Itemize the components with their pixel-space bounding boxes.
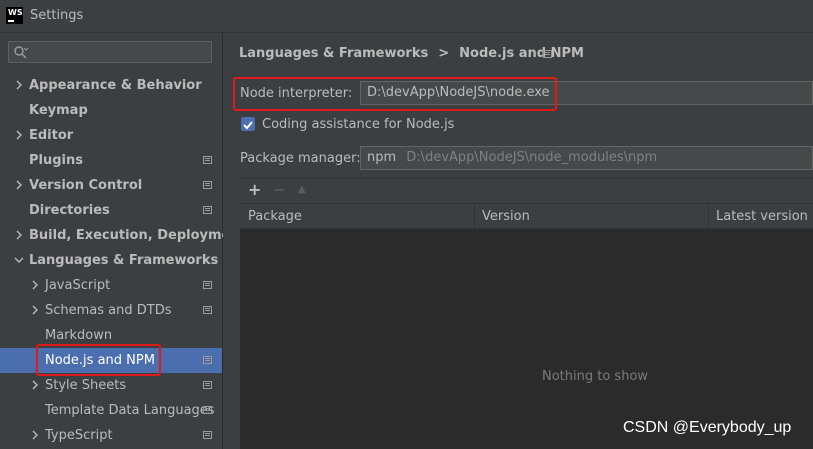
sidebar-item-typescript[interactable]: TypeScript <box>0 423 222 448</box>
title-bar: WS Settings <box>0 0 813 33</box>
node-interpreter-label: Node interpreter: <box>240 86 353 101</box>
project-scope-icon <box>203 406 212 414</box>
sidebar-item-label: Editor <box>29 128 74 143</box>
search-icon <box>14 46 29 59</box>
sidebar-item-javascript[interactable]: JavaScript <box>0 273 222 298</box>
sidebar-item-label: Schemas and DTDs <box>45 303 172 318</box>
sidebar-item-template-data-languages[interactable]: Template Data Languages <box>0 398 222 423</box>
coding-assistance-label[interactable]: Coding assistance for Node.js <box>262 117 454 132</box>
package-manager-path: D:\devApp\NodeJS\node_modules\npm <box>406 150 658 165</box>
package-manager-field[interactable]: npm D:\devApp\NodeJS\node_modules\npm <box>360 146 813 170</box>
remove-package-button[interactable]: − <box>273 181 286 199</box>
sidebar-item-label: Version Control <box>29 178 143 193</box>
settings-main-panel: Languages & Frameworks > Node.js and NPM N… <box>223 33 813 449</box>
column-divider[interactable] <box>708 204 709 229</box>
chevron-right-icon[interactable] <box>30 379 40 391</box>
sidebar-item-directories[interactable]: Directories <box>0 198 222 223</box>
project-scope-icon <box>203 356 212 364</box>
column-header-latest-version[interactable]: Latest version <box>716 209 808 224</box>
chevron-right-icon[interactable] <box>14 129 24 141</box>
window-title: Settings <box>30 8 84 23</box>
column-header-package[interactable]: Package <box>248 209 302 224</box>
upgrade-package-button[interactable]: ▲ <box>298 181 306 199</box>
webstorm-app-icon: WS <box>6 7 23 24</box>
sidebar-item-label: Languages & Frameworks <box>29 253 219 268</box>
column-header-version[interactable]: Version <box>482 209 530 224</box>
chevron-right-icon[interactable] <box>14 79 24 91</box>
sidebar-item-keymap[interactable]: Keymap <box>0 98 222 123</box>
breadcrumb: Languages & Frameworks > Node.js and NPM <box>239 46 584 61</box>
sidebar-item-version-control[interactable]: Version Control <box>0 173 222 198</box>
chevron-right-icon[interactable] <box>30 429 40 441</box>
checkmark-icon <box>243 121 253 130</box>
sidebar-item-editor[interactable]: Editor <box>0 123 222 148</box>
sidebar-item-label: Appearance & Behavior <box>29 78 202 93</box>
sidebar-item-build-execution-deployment[interactable]: Build, Execution, Deployment <box>0 223 246 248</box>
add-package-button[interactable]: + <box>248 181 261 199</box>
sidebar-item-label: JavaScript <box>45 278 111 293</box>
breadcrumb-separator: > <box>438 46 450 61</box>
chevron-down-icon[interactable] <box>14 254 24 266</box>
settings-sidebar: Appearance & Behavior Keymap Editor Plugins… <box>0 33 246 449</box>
project-scope-icon <box>203 431 212 439</box>
sidebar-item-schemas-and-dtds[interactable]: Schemas and DTDs <box>0 298 222 323</box>
sidebar-item-markdown[interactable]: Markdown <box>0 323 222 348</box>
sidebar-item-label: Node.js and NPM <box>45 353 155 368</box>
sidebar-item-label: Template Data Languages <box>45 403 215 418</box>
project-scope-icon <box>203 306 212 314</box>
sidebar-item-label: Keymap <box>29 103 88 118</box>
chevron-right-icon[interactable] <box>14 229 24 241</box>
node-interpreter-field[interactable]: D:\devApp\NodeJS\node.exe <box>360 81 813 105</box>
breadcrumb-current: Node.js and NPM <box>459 46 584 61</box>
watermark-text: CSDN @Everybody_up <box>623 419 792 436</box>
sidebar-item-label: Directories <box>29 203 110 218</box>
project-scope-icon <box>203 156 212 164</box>
sidebar-item-label: TypeScript <box>45 428 113 443</box>
app-icon-text: WS <box>8 8 23 17</box>
sidebar-item-style-sheets[interactable]: Style Sheets <box>0 373 222 398</box>
project-scope-icon <box>203 281 212 289</box>
chevron-right-icon[interactable] <box>30 279 40 291</box>
package-manager-label: Package manager: <box>240 151 361 166</box>
sidebar-item-node-js-and-npm[interactable]: Node.js and NPM <box>0 348 222 373</box>
packages-table-body: Nothing to show <box>240 229 813 449</box>
packages-table-header: Package Version Latest version <box>240 203 813 229</box>
packages-toolbar: + − ▲ <box>240 178 813 203</box>
project-scope-icon <box>203 206 212 214</box>
chevron-right-icon[interactable] <box>14 179 24 191</box>
column-divider[interactable] <box>474 204 475 229</box>
breadcrumb-parent[interactable]: Languages & Frameworks <box>239 46 428 61</box>
project-scope-icon <box>203 181 212 189</box>
sidebar-item-appearance-behavior[interactable]: Appearance & Behavior <box>0 73 222 98</box>
sidebar-item-label: Style Sheets <box>45 378 127 393</box>
coding-assistance-checkbox[interactable] <box>241 117 255 131</box>
chevron-right-icon[interactable] <box>30 304 40 316</box>
sidebar-item-label: Plugins <box>29 153 83 168</box>
sidebar-item-label: Markdown <box>45 328 113 343</box>
project-scope-icon <box>203 381 212 389</box>
project-scope-icon <box>543 50 552 58</box>
empty-table-text: Nothing to show <box>542 369 649 384</box>
sidebar-item-plugins[interactable]: Plugins <box>0 148 222 173</box>
package-manager-name: npm <box>367 150 397 165</box>
sidebar-item-label: Build, Execution, Deployment <box>29 228 246 243</box>
sidebar-item-languages-frameworks[interactable]: Languages & Frameworks <box>0 248 222 273</box>
settings-search-input[interactable] <box>8 41 212 63</box>
